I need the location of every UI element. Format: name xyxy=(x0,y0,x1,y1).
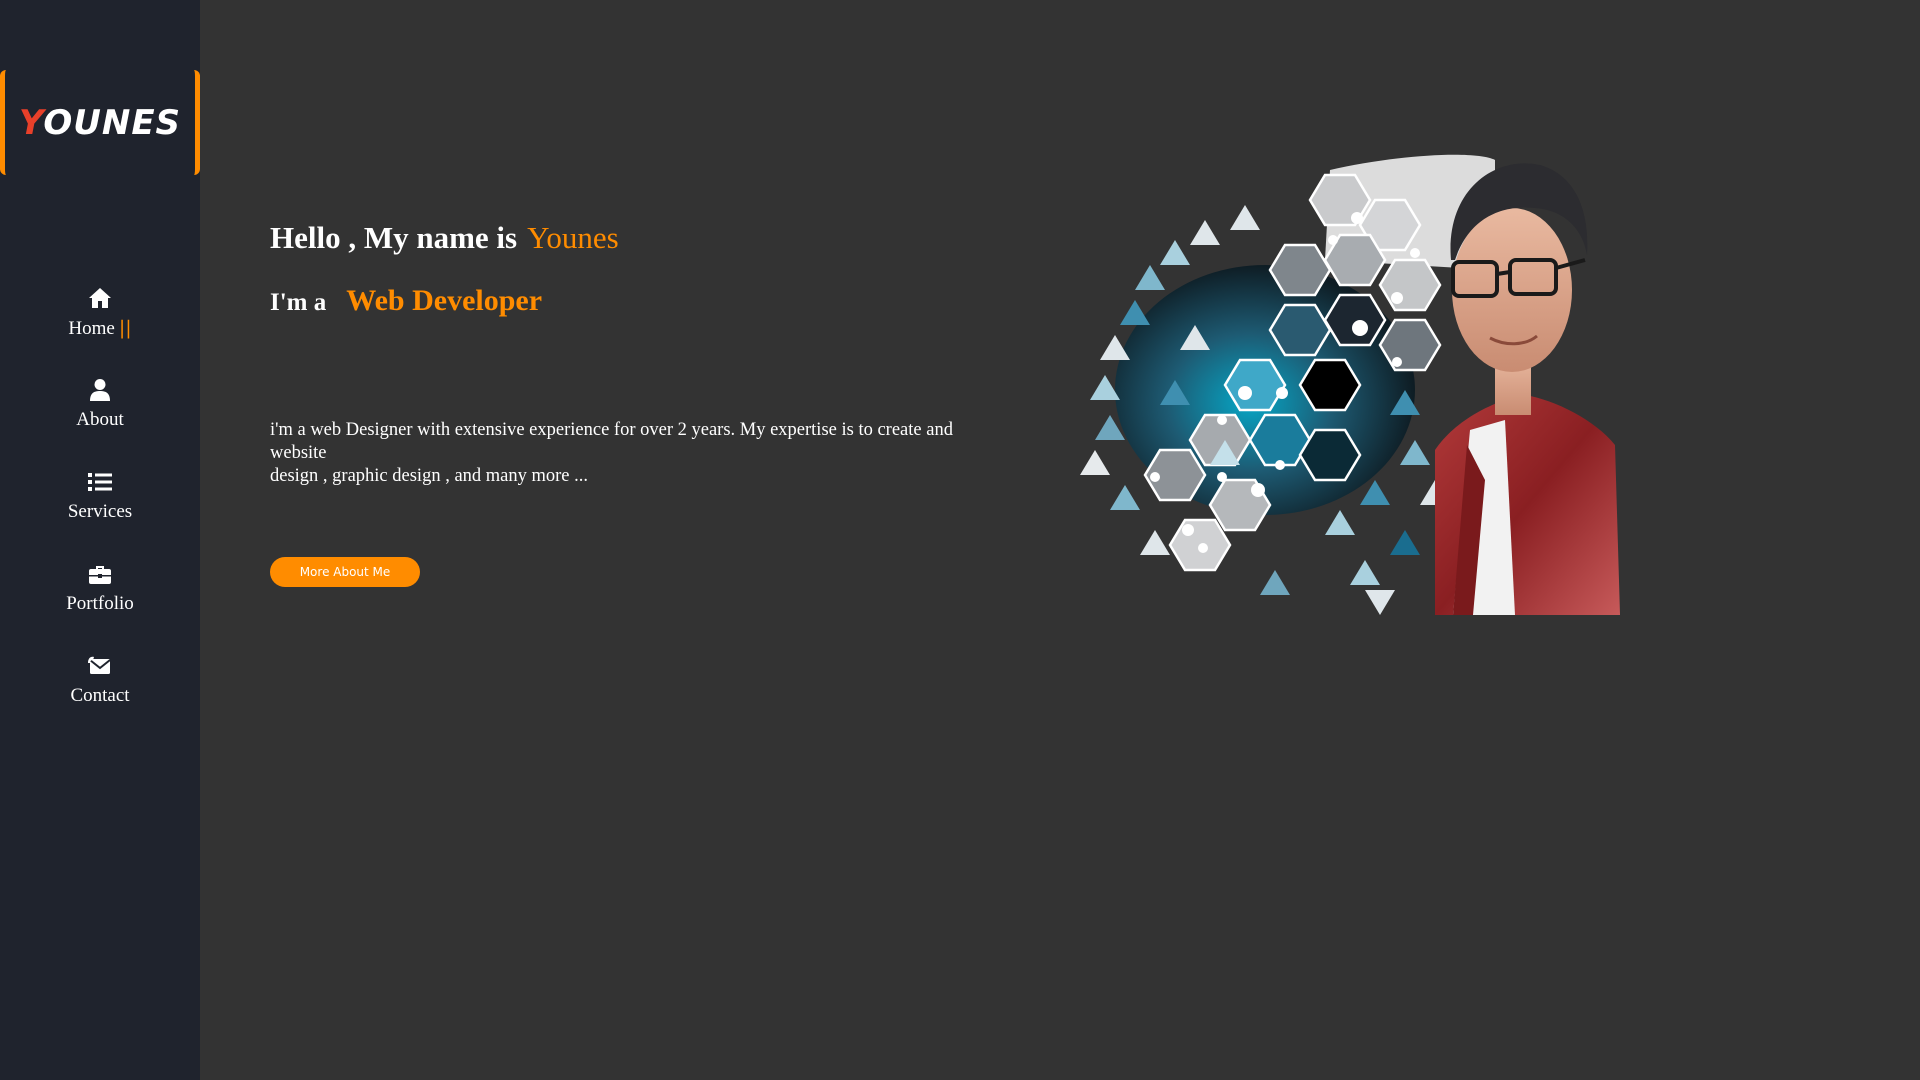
bio-line-1: i'm a web Designer with extensive experi… xyxy=(270,420,953,463)
logo-rest: OUNES xyxy=(43,102,182,143)
user-icon xyxy=(87,377,113,403)
nav-label-about: About xyxy=(76,409,124,430)
nav-item-home[interactable]: Home || xyxy=(0,285,200,377)
hero-name: Younes xyxy=(527,220,619,255)
nav-label-portfolio: Portfolio xyxy=(66,593,134,614)
greeting-text: Hello , My name is xyxy=(270,220,518,255)
portrait-person xyxy=(1435,163,1620,615)
nav-label-contact: Contact xyxy=(70,685,130,706)
nav-item-services[interactable]: Services xyxy=(0,469,200,561)
envelope-icon xyxy=(87,653,113,679)
mosaic-pattern xyxy=(1080,173,1450,615)
hero-portrait-image xyxy=(1080,154,1620,615)
role-title: Web Developer xyxy=(346,284,543,317)
list-icon xyxy=(87,469,113,495)
logo[interactable]: YOUNES xyxy=(0,70,200,175)
nav-label-home: Home xyxy=(68,318,115,339)
more-about-me-button[interactable]: More About Me xyxy=(270,557,420,587)
nav-item-portfolio[interactable]: Portfolio xyxy=(0,561,200,653)
logo-initial: Y xyxy=(18,102,44,143)
sidebar: YOUNES Home|| About Services Portfolio xyxy=(0,0,200,1080)
role-prefix: I'm a xyxy=(270,289,327,316)
briefcase-icon xyxy=(87,561,113,587)
home-icon xyxy=(87,285,113,311)
greeting-heading: Hello , My name is Younes xyxy=(270,220,619,256)
active-indicator: || xyxy=(118,317,132,339)
bio-line-2: design , graphic design , and many more … xyxy=(270,466,589,486)
sidebar-nav: Home || About Services Portfolio Contact xyxy=(0,285,200,745)
nav-item-contact[interactable]: Contact xyxy=(0,653,200,745)
role-heading: I'm a Web Developer xyxy=(270,284,542,318)
nav-item-about[interactable]: About xyxy=(0,377,200,469)
nav-label-services: Services xyxy=(67,501,133,522)
bio-text: i'm a web Designer with extensive experi… xyxy=(270,419,990,488)
logo-text: YOUNES xyxy=(19,103,181,143)
